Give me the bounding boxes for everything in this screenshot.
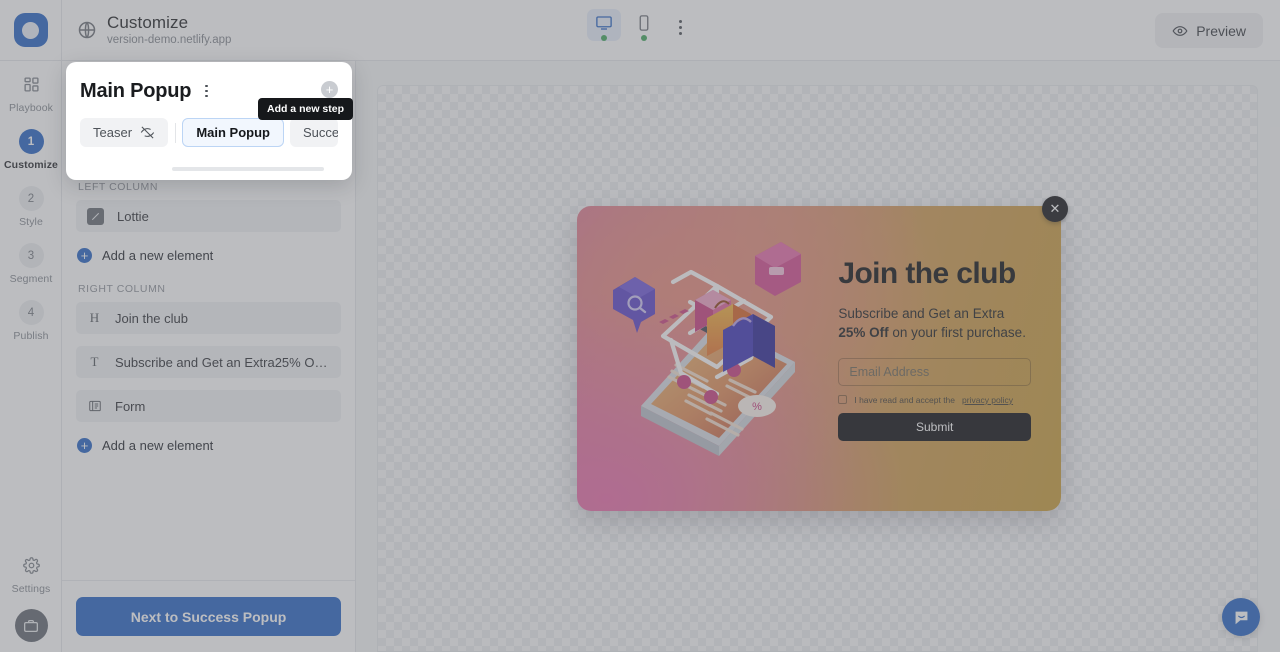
left-column-label: LEFT COLUMN (78, 181, 158, 193)
device-desktop-button[interactable] (587, 9, 621, 41)
plus-circle-blue-icon: + (77, 248, 92, 263)
plus-circle-blue-icon: + (77, 438, 92, 453)
popup-subtitle-line2: on your first purchase. (888, 325, 1026, 341)
step-badge: 1 (18, 129, 44, 154)
sidebar-item-customize[interactable]: 1 Customize (0, 118, 62, 175)
avatar[interactable] (14, 609, 48, 642)
list-item-label: Join the club (115, 310, 188, 326)
tab-success-popup[interactable]: Success Po... (289, 118, 338, 147)
site-meta: Customize version-demo.netlify.app (77, 13, 231, 48)
more-vertical-icon[interactable] (667, 12, 693, 42)
tab-label: Main Popup (196, 125, 270, 140)
rail-bottom-group: Settings (0, 542, 62, 642)
list-item[interactable]: Lottie (76, 200, 341, 232)
step-badge: 2 (18, 186, 44, 211)
list-item-label: Subscribe and Get an Extra25% Off on you… (115, 354, 330, 370)
add-element-right-button[interactable]: + Add a new element (76, 434, 341, 453)
add-element-left-button[interactable]: + Add a new element (76, 244, 341, 263)
sidebar-item-label: Segment (9, 273, 53, 285)
step-switcher-card: Main Popup + Add a new step Teaser Main … (66, 62, 353, 180)
popup-subtitle-line1: Subscribe and Get an Extra (838, 305, 1005, 321)
brand-logo-cell[interactable] (0, 0, 62, 61)
left-nav-rail: Playbook 1 Customize 2 Style 3 Segment 4… (0, 61, 62, 652)
svg-text:%: % (752, 401, 762, 413)
sidebar-item-label: Settings (11, 583, 51, 595)
tab-label: Success Po... (302, 125, 338, 140)
add-element-label: Add a new element (102, 248, 214, 263)
preview-button-label: Preview (1196, 22, 1246, 39)
list-item-label: Lottie (117, 208, 149, 224)
list-item[interactable]: Form (76, 390, 341, 422)
sidebar-item-publish[interactable]: 4 Publish (0, 289, 62, 346)
tab-label: Teaser (93, 125, 133, 140)
globe-icon (77, 20, 97, 40)
eye-icon (1172, 25, 1188, 36)
grid-blocks-icon (19, 72, 44, 97)
list-item-label: Form (115, 398, 146, 414)
email-field[interactable] (838, 357, 1031, 386)
consent-row[interactable]: I have read and accept the privacy polic… (838, 395, 1031, 405)
popup-preview[interactable]: ✕ % Join the club Subscribe and Get an E… (577, 196, 1068, 511)
popup-subtitle: Subscribe and Get an Extra 25% Off on yo… (838, 304, 1031, 343)
step-badge: 3 (18, 243, 44, 268)
sidebar-item-segment[interactable]: 3 Segment (0, 232, 62, 289)
step-card-title: Main Popup (80, 79, 192, 102)
desktop-status-dot (601, 35, 607, 41)
step-tabs-scrollbar[interactable] (172, 167, 324, 171)
right-column-label: RIGHT COLUMN (78, 283, 166, 295)
step-badge: 4 (18, 300, 44, 325)
sidebar-item-style[interactable]: 2 Style (0, 175, 62, 232)
privacy-policy-link[interactable]: privacy policy (962, 395, 1013, 405)
next-to-success-popup-button[interactable]: Next to Success Popup (76, 597, 341, 636)
preview-canvas[interactable]: ✕ % Join the club Subscribe and Get an E… (377, 85, 1258, 652)
submit-button[interactable]: Submit (838, 412, 1031, 441)
add-element-label: Add a new element (102, 438, 214, 453)
list-item[interactable]: T Subscribe and Get an Extra25% Off on y… (76, 346, 341, 378)
add-step-button[interactable]: + (321, 81, 338, 98)
list-item[interactable]: H Join the club (76, 302, 341, 334)
page-title: Customize (107, 12, 189, 32)
panel-footer: Next to Success Popup (62, 580, 355, 652)
consent-label: I have read and accept the (854, 394, 956, 405)
more-vertical-icon[interactable] (198, 81, 214, 101)
preview-button[interactable]: Preview (1155, 13, 1263, 48)
text-t-icon: T (90, 354, 99, 369)
app-root: Customize version-demo.netlify.app Previ… (0, 0, 1280, 652)
tab-teaser[interactable]: Teaser (80, 118, 169, 147)
popup-heading: Join the club (838, 257, 1016, 290)
sidebar-item-label: Customize (4, 159, 58, 171)
popup-content-column: Join the club Subscribe and Get an Extra… (838, 206, 1061, 511)
eye-off-icon (140, 126, 155, 139)
tab-main-popup[interactable]: Main Popup (182, 118, 284, 147)
top-bar: Customize version-demo.netlify.app Previ… (0, 0, 1280, 61)
sidebar-item-label: Style (19, 216, 43, 228)
optimonk-logo-icon (13, 13, 48, 47)
step-tabs: Teaser Main Popup Success Po... (80, 118, 338, 147)
sidebar-item-settings[interactable]: Settings (0, 542, 62, 599)
popup-illustration-column: % (577, 206, 838, 511)
mobile-status-dot (641, 35, 647, 41)
form-layout-icon (87, 399, 102, 413)
chat-bubble-icon (1235, 611, 1247, 624)
lottie-icon (87, 207, 104, 225)
site-url: version-demo.netlify.app (107, 34, 232, 47)
sidebar-item-label: Publish (13, 330, 49, 342)
briefcase-icon (24, 619, 38, 632)
isometric-shopping-cart-phone-illustration: % (613, 242, 801, 456)
canvas-area: ✕ % Join the club Subscribe and Get an E… (356, 61, 1280, 652)
sidebar-item-label: Playbook (9, 102, 53, 114)
add-step-tooltip: Add a new step (257, 98, 353, 120)
chat-launcher-button[interactable] (1222, 598, 1260, 636)
gear-icon (19, 553, 44, 578)
device-mobile-button[interactable] (627, 9, 661, 41)
device-toggle-group (587, 9, 693, 42)
sidebar-item-playbook[interactable]: Playbook (0, 61, 62, 118)
heading-h-icon: H (89, 310, 100, 325)
